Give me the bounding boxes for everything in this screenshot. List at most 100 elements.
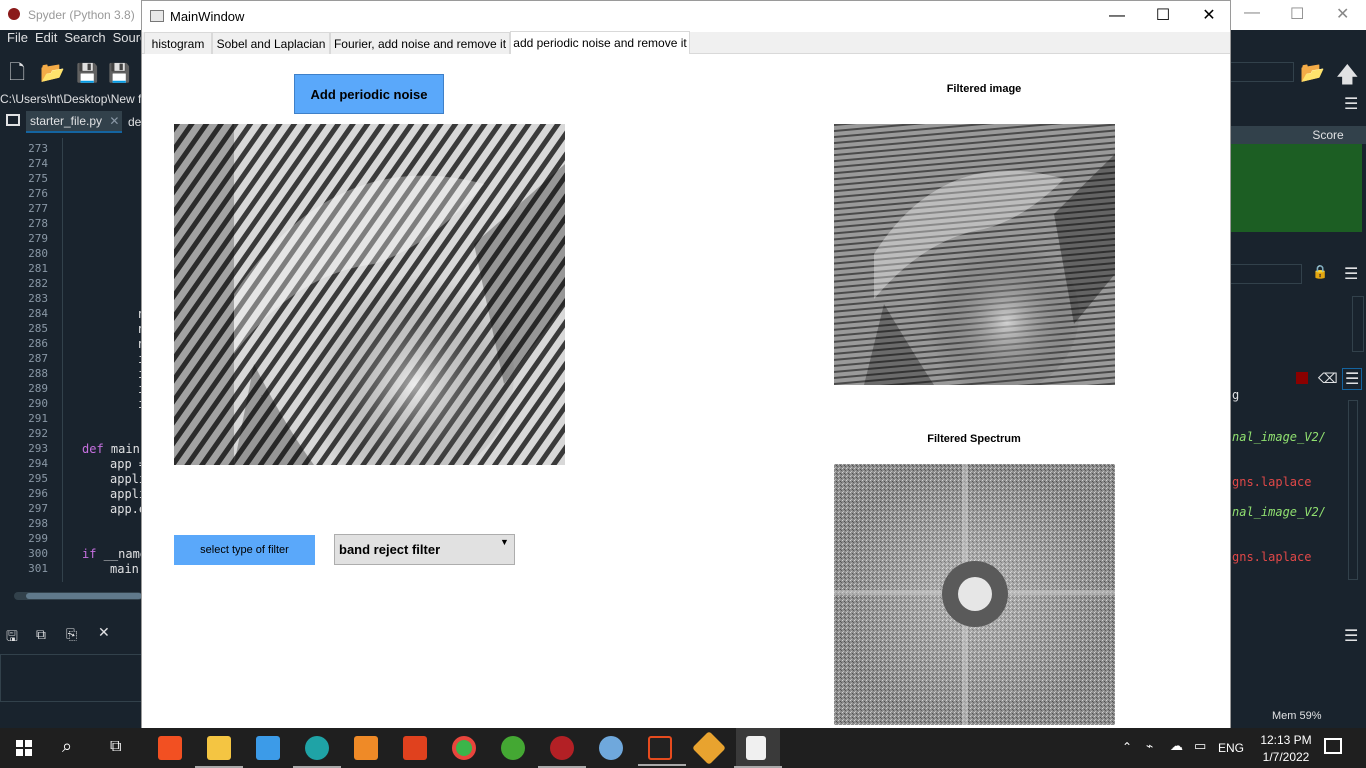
pane-menu-icon[interactable]: ☰ [1344, 94, 1358, 114]
console-line-4: nal_image_V2/ [1232, 505, 1326, 519]
filtered-image-caption: Filtered image [946, 83, 1022, 95]
editor-scroll-thumb[interactable] [26, 593, 142, 599]
code-line-300: if __name [82, 547, 147, 561]
parent-dir-arrow-icon[interactable]: 🡅 [1336, 58, 1359, 96]
pane-menu-icon-3[interactable]: ☰ [1344, 626, 1358, 646]
clock-date[interactable]: 1/7/2022 [1256, 750, 1316, 764]
close-button[interactable]: ✕ [1186, 1, 1232, 31]
tab-histogram[interactable]: histogram [144, 32, 212, 54]
mail-icon[interactable] [256, 736, 280, 760]
save-as-icon[interactable]: ⧉ [36, 626, 46, 643]
console-line-1: g [1232, 388, 1240, 402]
line-number: 296 [28, 487, 48, 500]
remove-icon[interactable]: ✕ [98, 624, 110, 641]
windows-taskbar [0, 728, 1366, 768]
show-hidden-icons[interactable]: ⌃ [1122, 740, 1132, 754]
battery-icon[interactable]: ▭ [1194, 738, 1206, 754]
browse-tabs-icon[interactable] [6, 114, 20, 126]
office-icon[interactable] [403, 736, 427, 760]
status-bar-right: Mem 59% [1230, 702, 1366, 728]
chrome-icon[interactable] [452, 736, 476, 760]
anaconda-icon[interactable] [501, 736, 525, 760]
tab-sobel-laplacian[interactable]: Sobel and Laplacian [212, 32, 330, 54]
filtered-image-graphic [834, 124, 1115, 385]
line-number: 283 [28, 292, 48, 305]
tab-close-icon[interactable]: ✕ [109, 114, 119, 128]
dropdown-arrow-icon[interactable]: ▼ [500, 537, 509, 547]
paint-icon[interactable] [599, 736, 623, 760]
close-icon[interactable]: ✕ [1336, 4, 1349, 24]
copy-icon[interactable]: ⎘ [66, 626, 77, 643]
store-icon[interactable] [158, 736, 182, 760]
line-number: 280 [28, 247, 48, 260]
working-directory-path[interactable]: C:\Users\ht\Desktop\New fo [0, 92, 142, 108]
noisy-image-graphic [174, 124, 565, 465]
notepad-icon[interactable] [734, 736, 782, 768]
add-periodic-noise-button[interactable]: Add periodic noise [294, 74, 444, 114]
line-number: 278 [28, 217, 48, 230]
maximize-icon[interactable]: ☐ [1290, 4, 1304, 24]
keyword-if: if [82, 547, 97, 561]
bottom-left-pane [0, 654, 142, 702]
sublime-icon[interactable] [354, 736, 378, 760]
maximize-button[interactable]: ☐ [1140, 1, 1186, 31]
editor-tab-label: starter_file.py [30, 114, 103, 128]
line-number: 294 [28, 457, 48, 470]
editor-tab-second[interactable]: de [124, 111, 142, 133]
task-view-icon[interactable]: ⧉ [110, 738, 121, 756]
main-window-title-bar[interactable]: MainWindow — ☐ ✕ [142, 1, 1230, 31]
stop-icon[interactable] [1296, 372, 1308, 384]
score-column-header[interactable]: Score [1230, 126, 1366, 144]
network-icon[interactable]: ⌁ [1146, 739, 1153, 753]
line-number: 273 [28, 142, 48, 155]
tab-fourier-noise[interactable]: Fourier, add noise and remove it [330, 32, 510, 54]
new-file-icon[interactable]: 🗋 [6, 62, 28, 84]
right-vertical-scrollbar[interactable] [1352, 296, 1364, 352]
save-data-icon[interactable]: 🖫 [6, 626, 18, 650]
menu-file[interactable]: File [7, 30, 28, 45]
menu-search[interactable]: Search [64, 30, 105, 45]
edge-icon[interactable] [293, 736, 341, 768]
code-line-293: def main [82, 442, 140, 456]
spyder-icon[interactable] [538, 736, 586, 768]
eraser-icon[interactable]: ⌫ [1318, 370, 1338, 387]
filter-type-select[interactable]: band reject filter [334, 534, 515, 565]
clock-time[interactable]: 12:13 PM [1256, 733, 1316, 747]
score-table-body [1230, 144, 1362, 232]
lock-icon[interactable]: 🔒 [1312, 264, 1328, 280]
editor-tab-starter-file[interactable]: starter_file.py ✕ [26, 111, 122, 133]
status-bar-left [0, 702, 142, 728]
save-all-icon[interactable]: 💾 [108, 62, 130, 84]
line-number: 282 [28, 277, 48, 290]
browse-folder-icon[interactable]: 📂 [1300, 60, 1325, 85]
keyword-def: def [82, 442, 104, 456]
matlab-icon[interactable] [638, 736, 686, 766]
line-number: 285 [28, 322, 48, 335]
file-explorer-icon[interactable] [195, 736, 243, 768]
line-number: 274 [28, 157, 48, 170]
spyder-window-title: Spyder (Python 3.8) [28, 8, 135, 22]
line-number: 290 [28, 397, 48, 410]
line-number: 291 [28, 412, 48, 425]
tab-periodic-noise[interactable]: add periodic noise and remove it [510, 31, 690, 55]
save-icon[interactable]: 💾 [76, 62, 98, 84]
line-number: 298 [28, 517, 48, 530]
windows-start-icon[interactable] [16, 740, 32, 756]
code-name-check: __name [96, 547, 148, 561]
line-number: 301 [28, 562, 48, 575]
console-menu-icon[interactable]: ☰ [1342, 368, 1363, 390]
language-indicator[interactable]: ENG [1218, 741, 1244, 755]
pane-menu-icon-2[interactable]: ☰ [1344, 264, 1358, 284]
onedrive-icon[interactable]: ☁ [1170, 738, 1183, 754]
minimize-icon[interactable]: — [1244, 4, 1260, 22]
menu-edit[interactable]: Edit [35, 30, 57, 45]
minimize-button[interactable]: — [1094, 1, 1140, 31]
search-icon[interactable]: ⌕ [62, 736, 72, 757]
notification-icon[interactable] [1324, 738, 1342, 754]
console-scrollbar[interactable] [1348, 400, 1358, 580]
right-pane-combo[interactable] [1230, 264, 1302, 284]
open-folder-icon[interactable]: 📂 [40, 62, 65, 84]
working-dir-combo[interactable] [1230, 62, 1294, 82]
line-number: 300 [28, 547, 48, 560]
filtered-spectrum-caption: Filtered Spectrum [927, 433, 1021, 445]
